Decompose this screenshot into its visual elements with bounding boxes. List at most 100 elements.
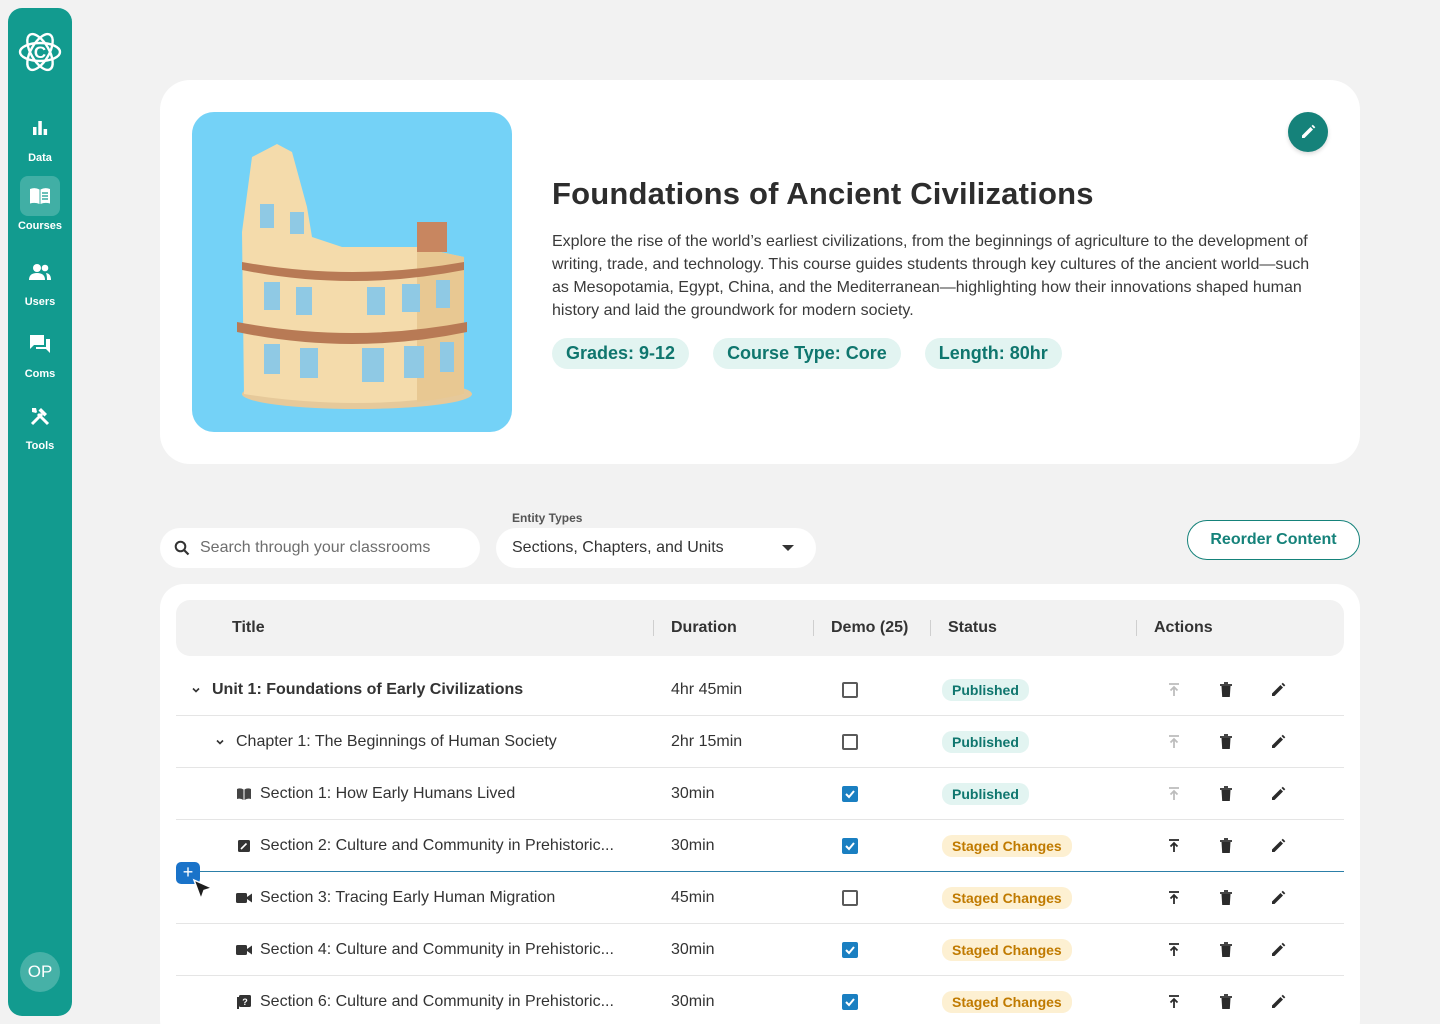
demo-checkbox[interactable] — [842, 682, 858, 698]
publish-icon[interactable] — [1164, 888, 1184, 908]
demo-checkbox[interactable] — [842, 838, 858, 854]
demo-checkbox[interactable] — [842, 890, 858, 906]
row-duration: 2hr 15min — [671, 733, 743, 750]
caret-down-icon — [782, 545, 794, 551]
users-icon — [20, 252, 60, 292]
demo-checkbox[interactable] — [842, 734, 858, 750]
assignment-icon — [236, 838, 252, 854]
pencil-icon[interactable] — [1268, 992, 1288, 1012]
search-input[interactable] — [200, 539, 460, 557]
course-header-card: Foundations of Ancient Civilizations Exp… — [160, 80, 1360, 464]
table-row[interactable]: Chapter 1: The Beginnings of Human Socie… — [176, 716, 1344, 768]
course-image — [192, 112, 512, 432]
chevron-down-icon[interactable] — [214, 736, 226, 748]
pencil-icon[interactable] — [1268, 888, 1288, 908]
nav-item-tools[interactable]: Tools — [8, 396, 72, 456]
status-badge: Staged Changes — [942, 887, 1072, 909]
status-badge: Staged Changes — [942, 939, 1072, 961]
demo-checkbox[interactable] — [842, 786, 858, 802]
pencil-icon[interactable] — [1268, 732, 1288, 752]
row-title: Section 1: How Early Humans Lived — [260, 785, 516, 802]
status-badge: Published — [942, 731, 1029, 753]
trash-icon[interactable] — [1216, 680, 1236, 700]
column-divider — [930, 620, 931, 636]
column-divider — [813, 620, 814, 636]
trash-icon[interactable] — [1216, 836, 1236, 856]
chat-icon — [20, 324, 60, 364]
pencil-icon[interactable] — [1268, 784, 1288, 804]
column-demo[interactable]: Demo (25) — [831, 600, 908, 656]
mouse-cursor-icon — [192, 878, 215, 902]
grades-chip: Grades: 9-12 — [552, 338, 690, 369]
trash-icon[interactable] — [1216, 940, 1236, 960]
status-badge: Published — [942, 679, 1029, 701]
publish-icon[interactable] — [1164, 680, 1184, 700]
row-duration: 45min — [671, 889, 715, 906]
table-row[interactable]: Section 2: Culture and Community in Preh… — [176, 820, 1344, 872]
course-type-chip: Course Type: Core — [713, 338, 901, 369]
trash-icon[interactable] — [1216, 888, 1236, 908]
row-duration: 4hr 45min — [671, 681, 743, 698]
publish-icon[interactable] — [1164, 992, 1184, 1012]
nav-label: Coms — [24, 368, 56, 380]
publish-icon[interactable] — [1164, 940, 1184, 960]
demo-checkbox[interactable] — [842, 942, 858, 958]
trash-icon[interactable] — [1216, 992, 1236, 1012]
column-divider — [653, 620, 654, 636]
reorder-content-button[interactable]: Reorder Content — [1187, 520, 1360, 560]
edit-course-button[interactable] — [1288, 112, 1328, 152]
table-row[interactable]: ? Section 6: Culture and Community in Pr… — [176, 976, 1344, 1024]
pencil-icon[interactable] — [1268, 836, 1288, 856]
row-duration: 30min — [671, 785, 715, 802]
avatar[interactable]: OP — [20, 952, 60, 992]
svg-text:C: C — [34, 43, 46, 62]
row-title: Section 3: Tracing Early Human Migration — [260, 889, 556, 906]
row-title: Section 4: Culture and Community in Preh… — [260, 941, 614, 958]
nav-item-users[interactable]: Users — [8, 252, 72, 312]
column-title[interactable]: Title — [232, 600, 265, 656]
nav-item-coms[interactable]: Coms — [8, 324, 72, 384]
table-header: Title Duration Demo (25) Status Actions — [176, 600, 1344, 656]
entity-types-value: Sections, Chapters, and Units — [512, 539, 724, 556]
publish-icon[interactable] — [1164, 836, 1184, 856]
pencil-icon[interactable] — [1268, 940, 1288, 960]
pencil-icon — [1302, 124, 1316, 138]
column-actions: Actions — [1154, 619, 1213, 636]
search-box[interactable] — [160, 528, 480, 568]
nav-label: Users — [24, 296, 56, 308]
nav-label: Data — [28, 152, 52, 164]
book-open-icon — [236, 786, 252, 802]
svg-text:?: ? — [242, 997, 248, 1007]
video-icon — [236, 942, 252, 958]
app-logo-icon[interactable]: C — [16, 24, 64, 80]
chevron-down-icon[interactable] — [190, 684, 202, 696]
table-row[interactable]: Section 4: Culture and Community in Preh… — [176, 924, 1344, 976]
trash-icon[interactable] — [1216, 784, 1236, 804]
row-duration: 30min — [671, 941, 715, 958]
demo-checkbox[interactable] — [842, 994, 858, 1010]
nav-item-data[interactable]: Data — [8, 108, 72, 168]
course-description: Explore the rise of the world’s earliest… — [552, 233, 1310, 319]
search-icon — [174, 540, 190, 556]
bar-chart-icon — [20, 108, 60, 148]
pencil-icon[interactable] — [1268, 680, 1288, 700]
row-duration: 30min — [671, 837, 715, 854]
table-row[interactable]: Section 1: How Early Humans Lived 30min … — [176, 768, 1344, 820]
course-chips: Grades: 9-12 Course Type: Core Length: 8… — [552, 338, 1062, 369]
trash-icon[interactable] — [1216, 732, 1236, 752]
publish-icon[interactable] — [1164, 732, 1184, 752]
row-title: Chapter 1: The Beginnings of Human Socie… — [236, 733, 557, 750]
publish-icon[interactable] — [1164, 784, 1184, 804]
column-duration[interactable]: Duration — [671, 600, 737, 656]
video-icon — [236, 890, 252, 906]
column-status[interactable]: Status — [948, 600, 997, 656]
length-chip: Length: 80hr — [924, 338, 1062, 369]
table-row[interactable]: Unit 1: Foundations of Early Civilizatio… — [176, 664, 1344, 716]
nav-item-courses[interactable]: Courses — [8, 176, 72, 236]
status-badge: Published — [942, 783, 1029, 805]
table-row[interactable]: Section 3: Tracing Early Human Migration… — [176, 872, 1344, 924]
content-table: Title Duration Demo (25) Status Actions … — [160, 584, 1360, 1024]
sidebar: C Data Courses Users Coms Tools OP — [8, 8, 72, 1016]
row-title: Unit 1: Foundations of Early Civilizatio… — [212, 681, 524, 698]
entity-types-select[interactable]: Sections, Chapters, and Units — [496, 528, 816, 568]
